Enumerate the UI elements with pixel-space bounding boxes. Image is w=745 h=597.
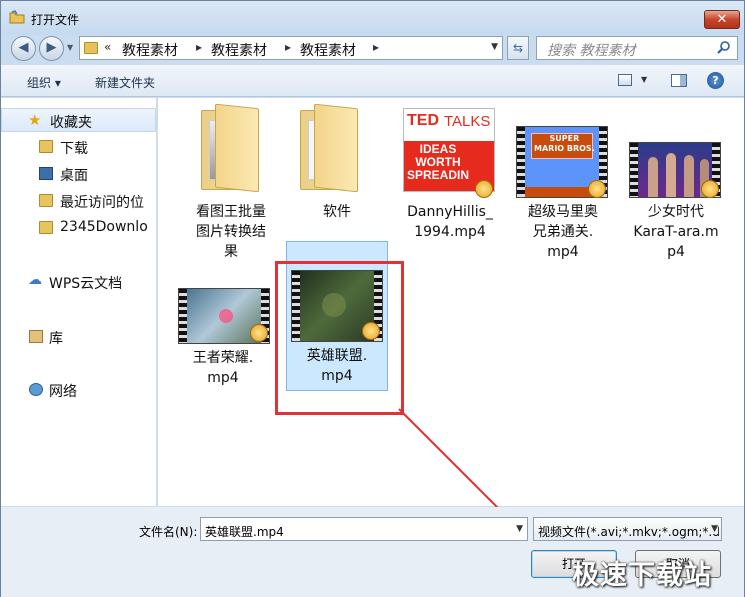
- chevron-down-icon[interactable]: ▼: [709, 524, 718, 534]
- filename-label: 文件名(N):: [139, 525, 198, 539]
- filename-value: 英雄联盟.mp4: [205, 525, 284, 539]
- dialog-footer: 文件名(N): 英雄联盟.mp4 ▼ 视频文件(*.avi;*.mkv;*.og…: [1, 507, 744, 597]
- file-type-value: 视频文件(*.avi;*.mkv;*.ogm;*.d: [538, 525, 720, 539]
- watermark-logo: 极速下载站: [572, 560, 712, 591]
- file-type-select[interactable]: 视频文件(*.avi;*.mkv;*.ogm;*.d ▼: [533, 517, 722, 541]
- open-file-dialog: 打开文件 ✕ ◀ ▶ ▼ « 教程素材 ▸ 教程素材 ▸ 教程素材 ▸ ▼ ⇆ …: [0, 0, 745, 597]
- filename-field[interactable]: 英雄联盟.mp4 ▼: [200, 517, 528, 541]
- chevron-down-icon[interactable]: ▼: [516, 524, 523, 534]
